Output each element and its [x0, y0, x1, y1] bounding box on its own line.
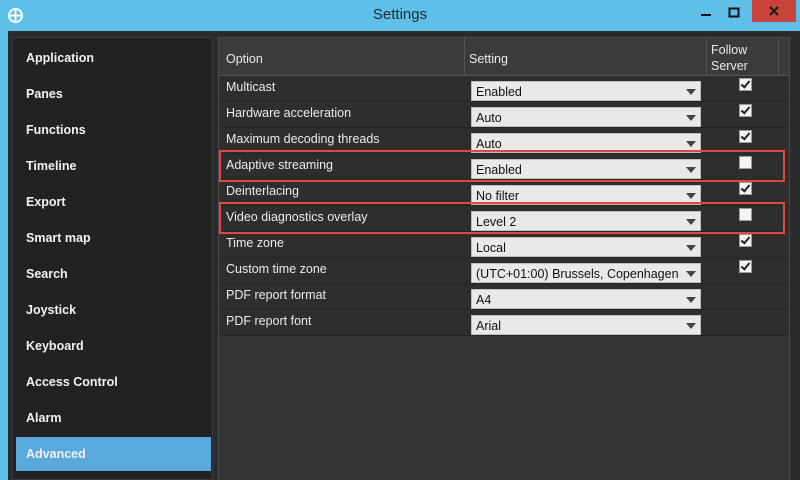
- minimize-icon: [701, 14, 711, 16]
- chevron-down-icon: [686, 271, 696, 277]
- follow-server-checkbox[interactable]: [739, 234, 752, 247]
- option-label: Maximum decoding threads: [226, 132, 380, 146]
- settings-sidebar: Application Panes Functions Timeline Export S…: [12, 37, 213, 480]
- settings-grid: Option Setting Follow Server Multicast En…: [218, 37, 790, 480]
- chevron-down-icon: [686, 141, 696, 147]
- follow-server-checkbox[interactable]: [739, 104, 752, 117]
- setting-dropdown[interactable]: Local: [471, 237, 701, 257]
- follow-server-checkbox[interactable]: [739, 78, 752, 91]
- grid-empty-area: [219, 336, 789, 480]
- follow-server-checkbox[interactable]: [739, 182, 752, 195]
- chevron-down-icon: [686, 89, 696, 95]
- sidebar-item-alarm[interactable]: Alarm: [16, 401, 211, 435]
- close-icon: [769, 6, 779, 16]
- setting-value: Auto: [476, 137, 502, 151]
- setting-value: (UTC+01:00) Brussels, Copenhagen, Ma: [476, 267, 701, 281]
- sidebar-item-search[interactable]: Search: [16, 257, 211, 291]
- sidebar-item-keyboard[interactable]: Keyboard: [16, 329, 211, 363]
- setting-value: Auto: [476, 111, 502, 125]
- highlight-box: [219, 202, 785, 234]
- grid-header: Option Setting Follow Server: [219, 38, 789, 76]
- option-label: Time zone: [226, 236, 284, 250]
- option-label: Custom time zone: [226, 262, 327, 276]
- checkmark-icon: [740, 78, 751, 89]
- sidebar-item-timeline[interactable]: Timeline: [16, 149, 211, 183]
- window-title: Settings: [372, 6, 428, 23]
- setting-dropdown[interactable]: A4: [471, 289, 701, 309]
- maximize-button[interactable]: [722, 3, 746, 21]
- setting-value: Arial: [476, 319, 502, 333]
- setting-dropdown[interactable]: (UTC+01:00) Brussels, Copenhagen, Ma: [471, 263, 701, 283]
- sidebar-item-advanced[interactable]: Advanced: [16, 437, 211, 471]
- sidebar-item-smart-map[interactable]: Smart map: [16, 221, 211, 255]
- sidebar-item-export[interactable]: Export: [16, 185, 211, 219]
- chevron-down-icon: [686, 115, 696, 121]
- table-row[interactable]: Custom time zone (UTC+01:00) Brussels, Co…: [219, 258, 789, 284]
- setting-value: No filter: [476, 189, 520, 203]
- checkmark-icon: [740, 260, 751, 271]
- option-label: Multicast: [226, 80, 276, 94]
- setting-dropdown[interactable]: Auto: [471, 107, 701, 127]
- sidebar-item-panes[interactable]: Panes: [16, 77, 211, 111]
- column-header-option[interactable]: Option: [219, 38, 465, 76]
- setting-value: Enabled: [476, 85, 522, 99]
- follow-server-checkbox[interactable]: [739, 130, 752, 143]
- option-label: Deinterlacing: [226, 184, 299, 198]
- table-row[interactable]: PDF report format A4: [219, 284, 789, 310]
- sidebar-item-application[interactable]: Application: [16, 41, 211, 75]
- minimize-button[interactable]: [694, 3, 718, 21]
- option-label: PDF report format: [226, 288, 327, 302]
- column-header-setting[interactable]: Setting: [465, 38, 707, 76]
- maximize-icon: [728, 7, 740, 17]
- option-label: Hardware acceleration: [226, 106, 352, 120]
- checkmark-icon: [740, 234, 751, 245]
- setting-value: A4: [476, 293, 492, 307]
- checkmark-icon: [740, 104, 751, 115]
- chevron-down-icon: [686, 297, 696, 303]
- table-row[interactable]: PDF report font Arial: [219, 310, 789, 336]
- chevron-down-icon: [686, 193, 696, 199]
- column-header-follow-server[interactable]: Follow Server: [707, 38, 779, 76]
- header-scroll-spacer: [779, 38, 789, 76]
- sidebar-item-access-control[interactable]: Access Control: [16, 365, 211, 399]
- sidebar-item-joystick[interactable]: Joystick: [16, 293, 211, 327]
- table-row[interactable]: Time zone Local: [219, 232, 789, 258]
- table-row[interactable]: Hardware acceleration Auto: [219, 102, 789, 128]
- close-button[interactable]: [752, 0, 796, 22]
- follow-server-checkbox[interactable]: [739, 260, 752, 273]
- chevron-down-icon: [686, 323, 696, 329]
- option-label: PDF report font: [226, 314, 312, 328]
- chevron-down-icon: [686, 245, 696, 251]
- table-row[interactable]: Multicast Enabled: [219, 76, 789, 102]
- checkmark-icon: [740, 182, 751, 193]
- highlight-box: [219, 150, 785, 182]
- setting-dropdown[interactable]: Enabled: [471, 81, 701, 101]
- title-bar: Settings: [0, 0, 800, 31]
- sidebar-item-functions[interactable]: Functions: [16, 113, 211, 147]
- setting-dropdown[interactable]: Arial: [471, 315, 701, 335]
- checkmark-icon: [740, 130, 751, 141]
- setting-value: Local: [476, 241, 506, 255]
